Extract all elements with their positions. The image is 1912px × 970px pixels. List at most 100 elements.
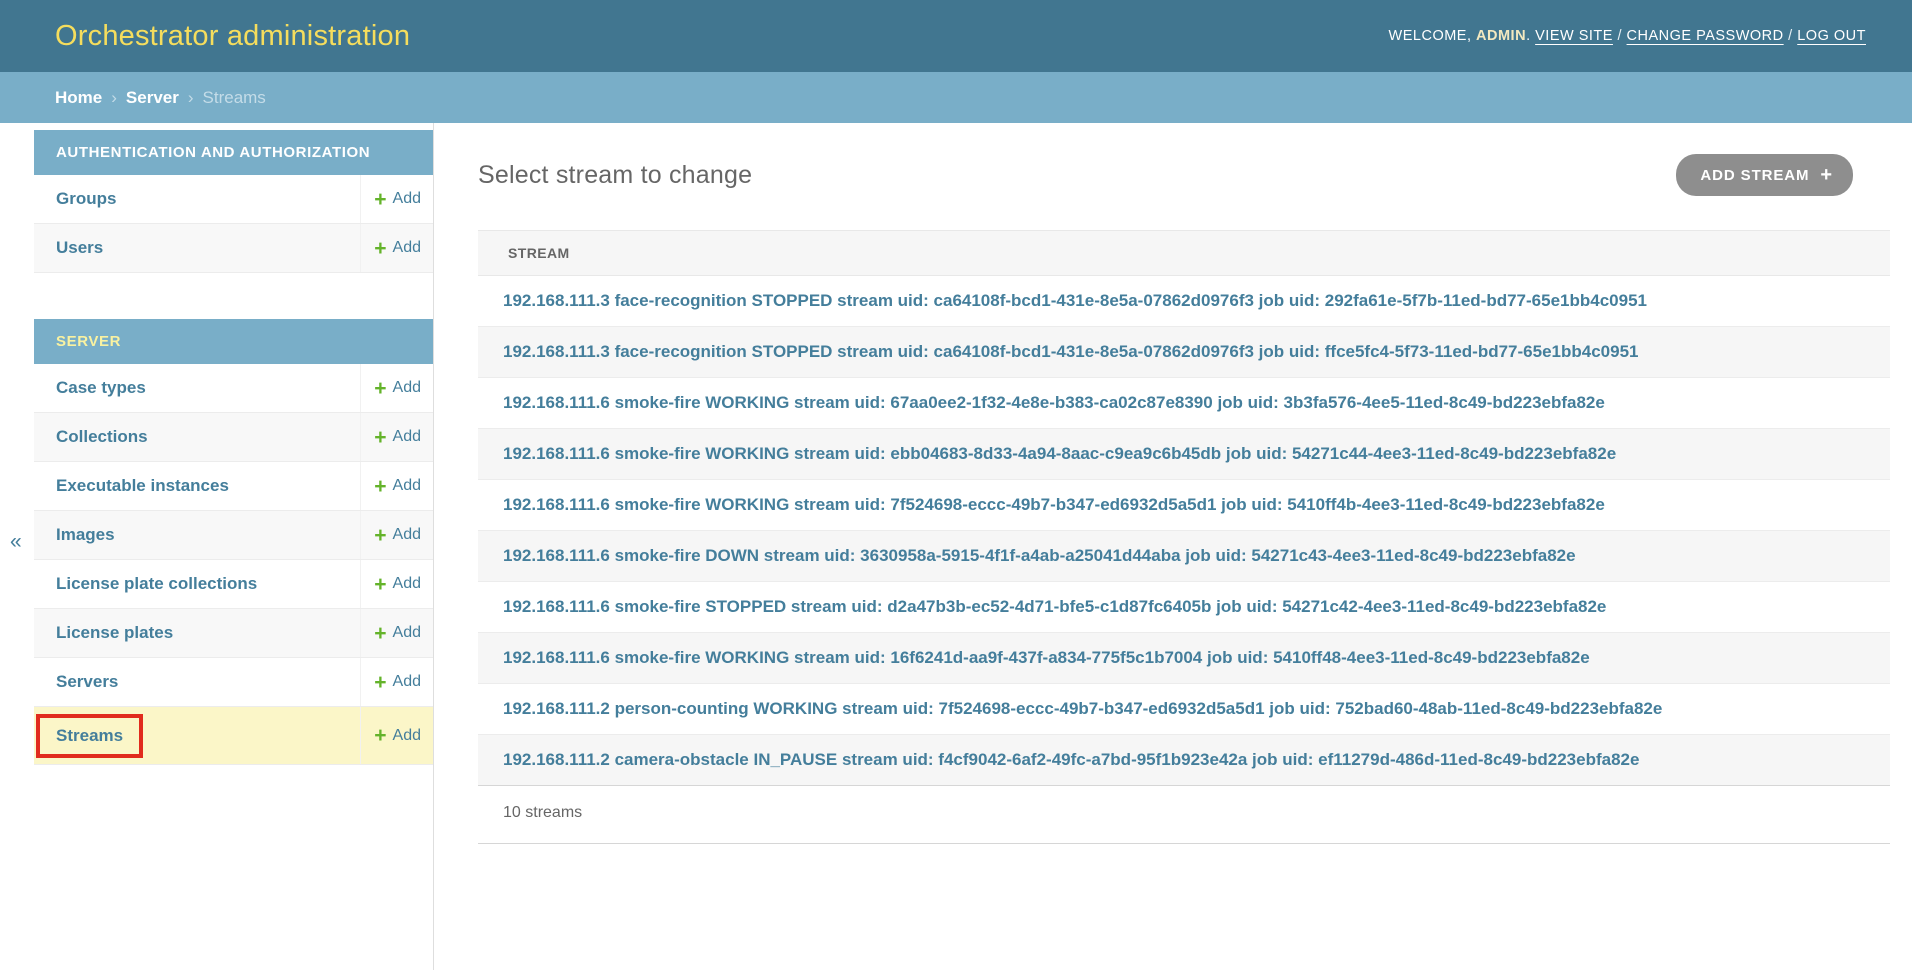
table-row: 192.168.111.3 face-recognition STOPPED s…: [478, 327, 1890, 378]
add-link-license-plate-collections[interactable]: +Add: [374, 574, 421, 595]
stream-table: STREAM 192.168.111.3 face-recognition ST…: [478, 230, 1890, 786]
page-title: Orchestrator administration: [55, 20, 410, 53]
user-tools: WELCOME, ADMIN. VIEW SITE / CHANGE PASSW…: [1389, 28, 1866, 44]
add-cell: + Add: [360, 609, 433, 657]
table-row: 192.168.111.3 face-recognition STOPPED s…: [478, 276, 1890, 327]
add-label: Add: [393, 379, 421, 397]
username-suffix: .: [1526, 28, 1531, 44]
add-link-streams[interactable]: + Add: [374, 725, 421, 746]
sidebar-collapse-icon[interactable]: «: [6, 528, 26, 556]
stream-cell: 192.168.111.3 face-recognition STOPPED s…: [478, 327, 1890, 378]
stream-link[interactable]: 192.168.111.6 smoke-fire WORKING stream …: [503, 444, 1616, 463]
username: ADMIN: [1476, 28, 1526, 44]
sidebar-link-license-plate-collections[interactable]: License plate collections: [56, 574, 257, 594]
user-tools-link-change-password[interactable]: CHANGE PASSWORD: [1627, 28, 1784, 44]
stream-link[interactable]: 192.168.111.3 face-recognition STOPPED s…: [503, 291, 1647, 310]
stream-link[interactable]: 192.168.111.6 smoke-fire DOWN stream uid…: [503, 546, 1576, 565]
sidebar-link-servers[interactable]: Servers: [56, 672, 118, 692]
add-link-servers[interactable]: + Add: [374, 672, 421, 693]
stream-table-header-row: STREAM: [478, 231, 1890, 276]
sidebar-link-collections[interactable]: Collections: [56, 427, 148, 447]
plus-icon: +: [1820, 165, 1833, 185]
sidebar-link-images[interactable]: Images: [56, 525, 115, 545]
sidebar: AUTHENTICATION AND AUTHORIZATIONGroups+A…: [34, 123, 434, 970]
plus-icon: +: [374, 672, 386, 693]
plus-icon: +: [374, 476, 386, 497]
stream-cell: 192.168.111.6 smoke-fire STOPPED stream …: [478, 582, 1890, 633]
breadcrumb-separator: ›: [111, 88, 117, 108]
plus-icon: +: [374, 189, 386, 210]
add-label: Add: [393, 428, 421, 446]
sidebar-item-case-types: Case types + Add: [34, 364, 433, 413]
add-label: Add: [393, 190, 421, 208]
sidebar-item-streams: Streams + Add: [34, 707, 433, 765]
add-link-license-plates[interactable]: + Add: [374, 623, 421, 644]
sidebar-link-executable-instances[interactable]: Executable instances: [56, 476, 229, 496]
table-row: 192.168.111.6 smoke-fire WORKING stream …: [478, 429, 1890, 480]
sidebar-item-images: Images + Add: [34, 511, 433, 560]
add-cell: +Add: [360, 560, 433, 608]
add-cell: + Add: [360, 707, 433, 764]
stream-cell: 192.168.111.2 person-counting WORKING st…: [478, 684, 1890, 735]
plus-icon: +: [374, 238, 386, 259]
stream-link[interactable]: 192.168.111.2 camera-obstacle IN_PAUSE s…: [503, 750, 1639, 769]
add-cell: + Add: [360, 224, 433, 272]
add-cell: + Add: [360, 658, 433, 706]
paginator: 10 streams: [478, 786, 1890, 844]
stream-cell: 192.168.111.6 smoke-fire WORKING stream …: [478, 633, 1890, 684]
table-row: 192.168.111.6 smoke-fire DOWN stream uid…: [478, 531, 1890, 582]
plus-icon: +: [374, 378, 386, 399]
stream-column-header: STREAM: [478, 231, 1890, 276]
sidebar-link-license-plates[interactable]: License plates: [56, 623, 173, 643]
add-cell: +Add: [360, 413, 433, 461]
sidebar-item-groups: Groups + Add: [34, 175, 433, 224]
add-label: Add: [393, 727, 421, 745]
stream-link[interactable]: 192.168.111.3 face-recognition STOPPED s…: [503, 342, 1638, 361]
breadcrumb-item-streams: Streams: [203, 88, 266, 108]
add-link-case-types[interactable]: + Add: [374, 378, 421, 399]
breadcrumb-item-home[interactable]: Home: [55, 88, 102, 108]
plus-icon: +: [374, 725, 386, 746]
sidebar-link-case-types[interactable]: Case types: [56, 378, 146, 398]
table-row: 192.168.111.6 smoke-fire WORKING stream …: [478, 480, 1890, 531]
add-label: Add: [393, 575, 421, 593]
user-tools-link-view-site[interactable]: VIEW SITE: [1535, 28, 1613, 44]
add-link-groups[interactable]: + Add: [374, 189, 421, 210]
add-link-images[interactable]: + Add: [374, 525, 421, 546]
plus-icon: +: [374, 623, 386, 644]
stream-link[interactable]: 192.168.111.6 smoke-fire WORKING stream …: [503, 393, 1605, 412]
add-label: Add: [393, 239, 421, 257]
sidebar-modules: AUTHENTICATION AND AUTHORIZATIONGroups+A…: [34, 130, 433, 765]
add-cell: + Add: [360, 511, 433, 559]
stream-link[interactable]: 192.168.111.6 smoke-fire STOPPED stream …: [503, 597, 1606, 616]
content-header: Select stream to change ADD STREAM +: [478, 154, 1890, 196]
add-label: Add: [393, 673, 421, 691]
sidebar-link-groups[interactable]: Groups: [56, 189, 116, 209]
add-link-users[interactable]: + Add: [374, 238, 421, 259]
page-body: « AUTHENTICATION AND AUTHORIZATIONGroups…: [0, 123, 1912, 970]
app-header: Orchestrator administration WELCOME, ADM…: [0, 0, 1912, 72]
sidebar-link-users[interactable]: Users: [56, 238, 103, 258]
stream-cell: 192.168.111.6 smoke-fire WORKING stream …: [478, 480, 1890, 531]
table-row: 192.168.111.6 smoke-fire WORKING stream …: [478, 633, 1890, 684]
table-row: 192.168.111.6 smoke-fire WORKING stream …: [478, 378, 1890, 429]
stream-link[interactable]: 192.168.111.6 smoke-fire WORKING stream …: [503, 648, 1590, 667]
sidebar-module-authentication-and-authorization: AUTHENTICATION AND AUTHORIZATIONGroups+A…: [34, 130, 433, 273]
object-tools: ADD STREAM +: [1676, 154, 1853, 196]
add-link-collections[interactable]: +Add: [374, 427, 421, 448]
add-stream-button[interactable]: ADD STREAM +: [1676, 154, 1853, 196]
sidebar-item-license-plates: License plates + Add: [34, 609, 433, 658]
add-label: Add: [393, 526, 421, 544]
stream-link[interactable]: 192.168.111.6 smoke-fire WORKING stream …: [503, 495, 1605, 514]
sidebar-link-streams[interactable]: Streams: [56, 726, 123, 745]
user-tools-link-log-out[interactable]: LOG OUT: [1797, 28, 1866, 44]
add-label: Add: [393, 477, 421, 495]
add-link-executable-instances[interactable]: + Add: [374, 476, 421, 497]
breadcrumb-item-server[interactable]: Server: [126, 88, 179, 108]
breadcrumb: Home›Server›Streams: [0, 72, 1912, 123]
plus-icon: +: [374, 525, 386, 546]
stream-cell: 192.168.111.2 camera-obstacle IN_PAUSE s…: [478, 735, 1890, 786]
stream-link[interactable]: 192.168.111.2 person-counting WORKING st…: [503, 699, 1662, 718]
table-row: 192.168.111.2 person-counting WORKING st…: [478, 684, 1890, 735]
add-label: Add: [393, 624, 421, 642]
